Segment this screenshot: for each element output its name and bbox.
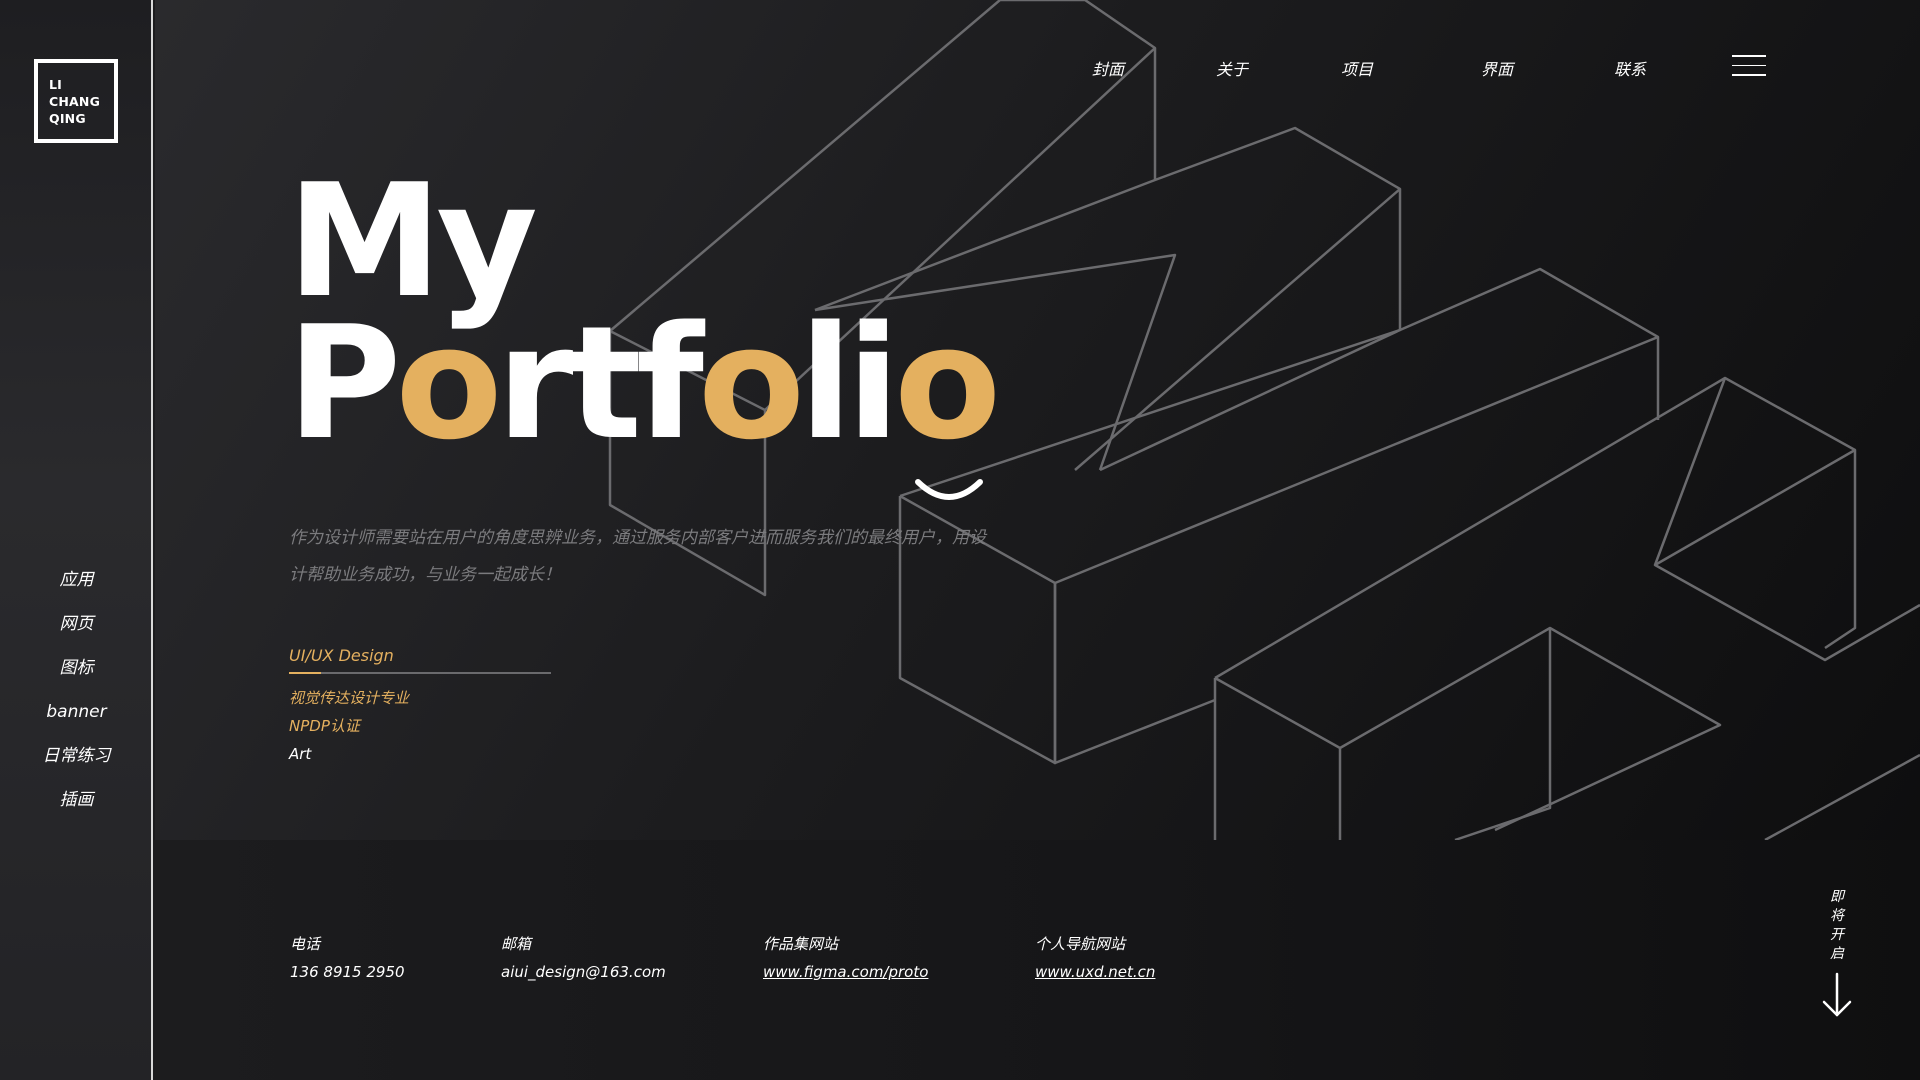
footer: 电话 136 8915 2950 邮箱 aiui_design@163.com … (155, 840, 1920, 1080)
top-nav-contact[interactable]: 联系 (1614, 56, 1646, 80)
scroll-hint-char: 启 (1830, 946, 1844, 962)
hero-section: 封面 关于 项目 界面 联系 My Portfolio 作为设计师需要站在用户的… (155, 0, 1920, 840)
skill-item: 视觉传达设计专业 (289, 689, 410, 707)
logo[interactable]: LI CHANG QING (34, 59, 118, 143)
title-part-o1: o (395, 292, 502, 474)
contact-email-label: 邮箱 (501, 935, 532, 953)
skills-block: UI/UX Design 视觉传达设计专业 NPDP认证 Art (289, 645, 589, 768)
scroll-hint-char: 即 (1830, 889, 1844, 905)
side-nav-item-practice[interactable]: 日常练习 (43, 734, 111, 778)
title-part-li: li (799, 292, 900, 474)
top-nav: 封面 关于 项目 界面 联系 (155, 56, 1920, 80)
scroll-hint-char: 将 (1830, 908, 1844, 924)
arrow-down-icon (1822, 972, 1852, 1017)
side-nav: 应用 网页 图标 banner 日常练习 插画 (0, 558, 153, 822)
title-part-p: P (287, 292, 401, 474)
contact-portfolio-label: 作品集网站 (763, 935, 839, 953)
skill-item: Art (289, 745, 312, 763)
contact-portfolio: 作品集网站 www.figma.com/proto (763, 934, 928, 982)
scroll-down-hint[interactable]: 即 将 开 启 (1820, 888, 1854, 1018)
contact-phone-label: 电话 (290, 935, 321, 953)
top-nav-about[interactable]: 关于 (1216, 56, 1248, 80)
skill-heading[interactable]: UI/UX Design (289, 645, 589, 667)
sidebar: LI CHANG QING 应用 网页 图标 banner 日常练习 插画 (0, 0, 153, 1080)
contact-email-value[interactable]: aiui_design@163.com (501, 962, 666, 982)
logo-line-2: CHANG (49, 93, 101, 109)
side-nav-item-apps[interactable]: 应用 (60, 558, 94, 602)
contact-phone: 电话 136 8915 2950 (290, 934, 405, 982)
contact-nav-site: 个人导航网站 www.uxd.net.cn (1035, 934, 1155, 982)
smile-icon (915, 479, 983, 500)
skill-divider-active (289, 672, 321, 674)
side-nav-item-banner[interactable]: banner (46, 690, 106, 734)
scroll-hint-char: 开 (1830, 927, 1844, 943)
side-nav-item-icons[interactable]: 图标 (60, 646, 94, 690)
contact-email: 邮箱 aiui_design@163.com (501, 934, 666, 982)
skill-item: NPDP认证 (289, 717, 360, 735)
title-part-o3: o (894, 292, 1001, 474)
portfolio-link[interactable]: www.figma.com/proto (763, 962, 928, 982)
intro-text: 作为设计师需要站在用户的角度思辨业务，通过服务内部客户进而服务我们的最终用户，用… (289, 528, 986, 585)
page-title: My Portfolio (287, 163, 1001, 461)
scroll-hint-text: 即 将 开 启 (1830, 888, 1844, 964)
contact-phone-value: 136 8915 2950 (290, 963, 405, 981)
skill-divider (289, 672, 551, 674)
side-nav-item-illustration[interactable]: 插画 (60, 778, 94, 822)
logo-line-3: QING (49, 110, 86, 126)
contact-nav-site-label: 个人导航网站 (1035, 935, 1126, 953)
side-nav-item-web[interactable]: 网页 (60, 602, 94, 646)
nav-site-link[interactable]: www.uxd.net.cn (1035, 962, 1155, 982)
title-part-rtf: rtf (496, 292, 704, 474)
title-part-o2: o (697, 292, 805, 474)
logo-line-1: LI (49, 76, 63, 92)
top-nav-interface[interactable]: 界面 (1481, 56, 1513, 80)
top-nav-cover[interactable]: 封面 (1092, 56, 1124, 80)
hamburger-menu-icon[interactable] (1732, 55, 1766, 77)
skill-list: 视觉传达设计专业 NPDP认证 Art (289, 684, 589, 768)
top-nav-projects[interactable]: 项目 (1341, 56, 1373, 80)
